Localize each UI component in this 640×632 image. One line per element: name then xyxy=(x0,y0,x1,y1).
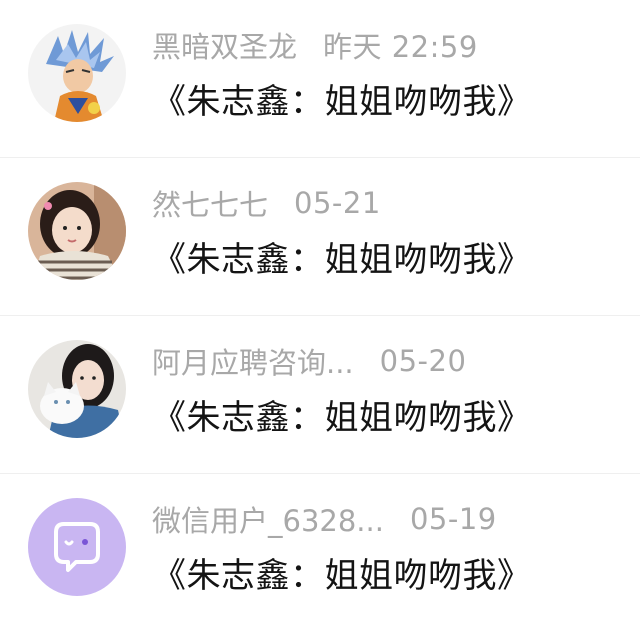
username[interactable]: 微信用户_6328... xyxy=(152,498,384,540)
timestamp: 05-20 xyxy=(379,344,467,378)
avatar[interactable] xyxy=(28,498,126,596)
avatar[interactable] xyxy=(28,340,126,438)
anime-character-avatar-icon xyxy=(28,24,126,122)
comment-item[interactable]: 微信用户_6328... 05-19 《朱志鑫：姐姐吻吻我》 xyxy=(0,474,640,632)
comment-list: 黑暗双圣龙 昨天 22:59 《朱志鑫：姐姐吻吻我》 然七七七 05-21 《朱… xyxy=(0,0,640,628)
username[interactable]: 阿月应聘咨询... xyxy=(152,340,354,382)
comment-text: 《朱志鑫：姐姐吻吻我》 xyxy=(152,82,532,122)
avatar[interactable] xyxy=(28,182,126,280)
comment-text: 《朱志鑫：姐姐吻吻我》 xyxy=(152,240,532,280)
girl-with-cat-avatar-icon xyxy=(28,340,126,438)
username[interactable]: 黑暗双圣龙 xyxy=(152,24,297,66)
comment-text: 《朱志鑫：姐姐吻吻我》 xyxy=(152,398,532,438)
comment-item[interactable]: 黑暗双圣龙 昨天 22:59 《朱志鑫：姐姐吻吻我》 xyxy=(0,0,640,158)
default-wechat-avatar-icon xyxy=(28,498,126,596)
username[interactable]: 然七七七 xyxy=(152,182,268,224)
comment-item[interactable]: 阿月应聘咨询... 05-20 《朱志鑫：姐姐吻吻我》 xyxy=(0,316,640,474)
avatar[interactable] xyxy=(28,24,126,122)
timestamp: 05-19 xyxy=(409,502,497,536)
timestamp: 昨天 22:59 xyxy=(323,30,478,64)
comment-item[interactable]: 然七七七 05-21 《朱志鑫：姐姐吻吻我》 xyxy=(0,158,640,316)
girl-photo-avatar-icon xyxy=(28,182,126,280)
comment-text: 《朱志鑫：姐姐吻吻我》 xyxy=(152,556,532,596)
timestamp: 05-21 xyxy=(294,186,381,220)
